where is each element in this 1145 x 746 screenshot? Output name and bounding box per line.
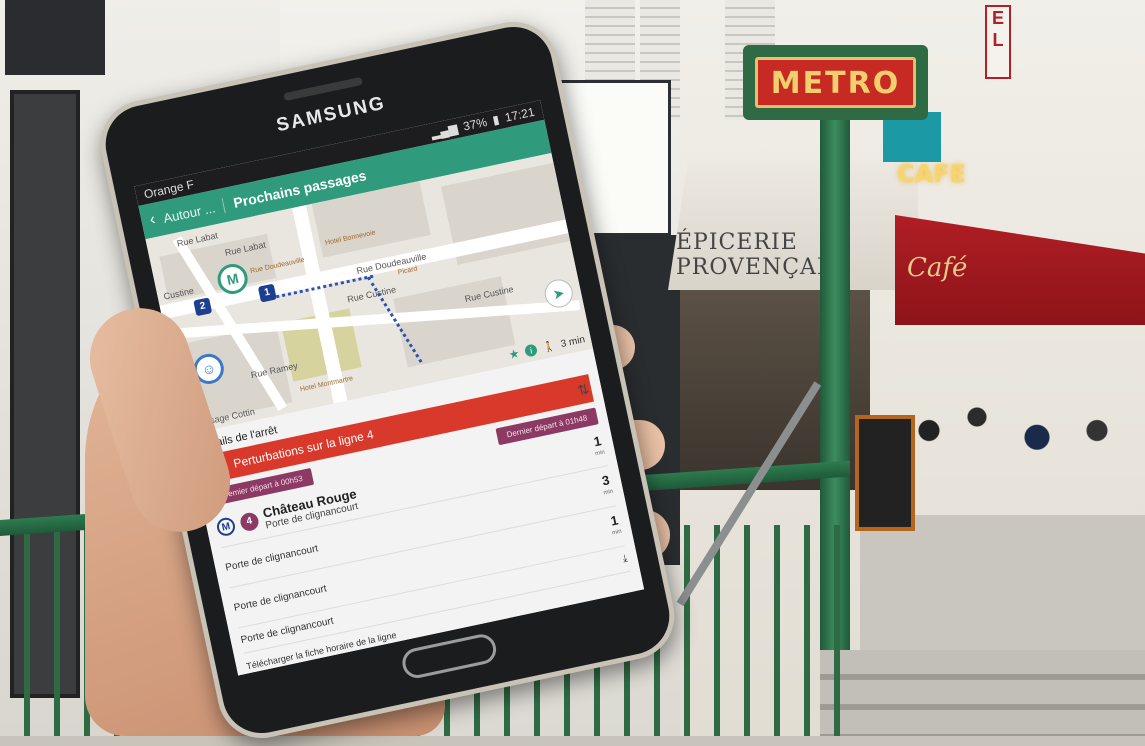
metro-mode-icon: M bbox=[215, 516, 237, 538]
departure-minutes: 3 min bbox=[600, 472, 614, 497]
window bbox=[5, 0, 105, 75]
bus-stop-marker[interactable]: 2 bbox=[193, 297, 213, 317]
departure-destination: Porte de clignancourt bbox=[224, 542, 320, 574]
battery-icon: ▮ bbox=[491, 112, 501, 128]
departure-destination: Porte de clignancourt bbox=[232, 582, 328, 614]
street-label: Rue Custine bbox=[346, 284, 397, 305]
metro-stairs bbox=[820, 650, 1145, 736]
menu-board bbox=[855, 415, 915, 531]
cafe-neon-sign: CAFE bbox=[897, 160, 966, 188]
phone-speaker bbox=[283, 76, 364, 102]
metro-sign: METRO bbox=[743, 45, 928, 120]
departure-minutes: 1 min bbox=[592, 433, 606, 458]
walking-person-icon: 🚶 bbox=[541, 340, 557, 354]
battery-level: 37% bbox=[461, 114, 489, 134]
app-screen: Orange F ▂▄▆ 37% ▮ 17:21 ‹ Autour ... Pr… bbox=[134, 100, 645, 676]
back-breadcrumb[interactable]: Autour ... bbox=[161, 197, 226, 226]
departure-minutes: 1 min bbox=[609, 512, 623, 537]
signal-icon: ▂▄▆ bbox=[429, 121, 459, 141]
info-icon[interactable]: i bbox=[523, 343, 539, 358]
epicerie-awning: ÉPICERIE PROVENÇALE bbox=[668, 160, 918, 290]
walk-time: 3 min bbox=[559, 333, 586, 350]
home-button[interactable] bbox=[399, 631, 499, 681]
download-arrow-icon[interactable]: ⤓ bbox=[622, 553, 629, 565]
hotel-sign: EL bbox=[985, 5, 1011, 79]
bus-stop-marker[interactable]: 1 bbox=[257, 283, 277, 303]
line-number-badge: 4 bbox=[238, 511, 261, 533]
favorite-star-icon[interactable]: ★ bbox=[507, 346, 520, 362]
cafe-crowd bbox=[905, 390, 1145, 525]
